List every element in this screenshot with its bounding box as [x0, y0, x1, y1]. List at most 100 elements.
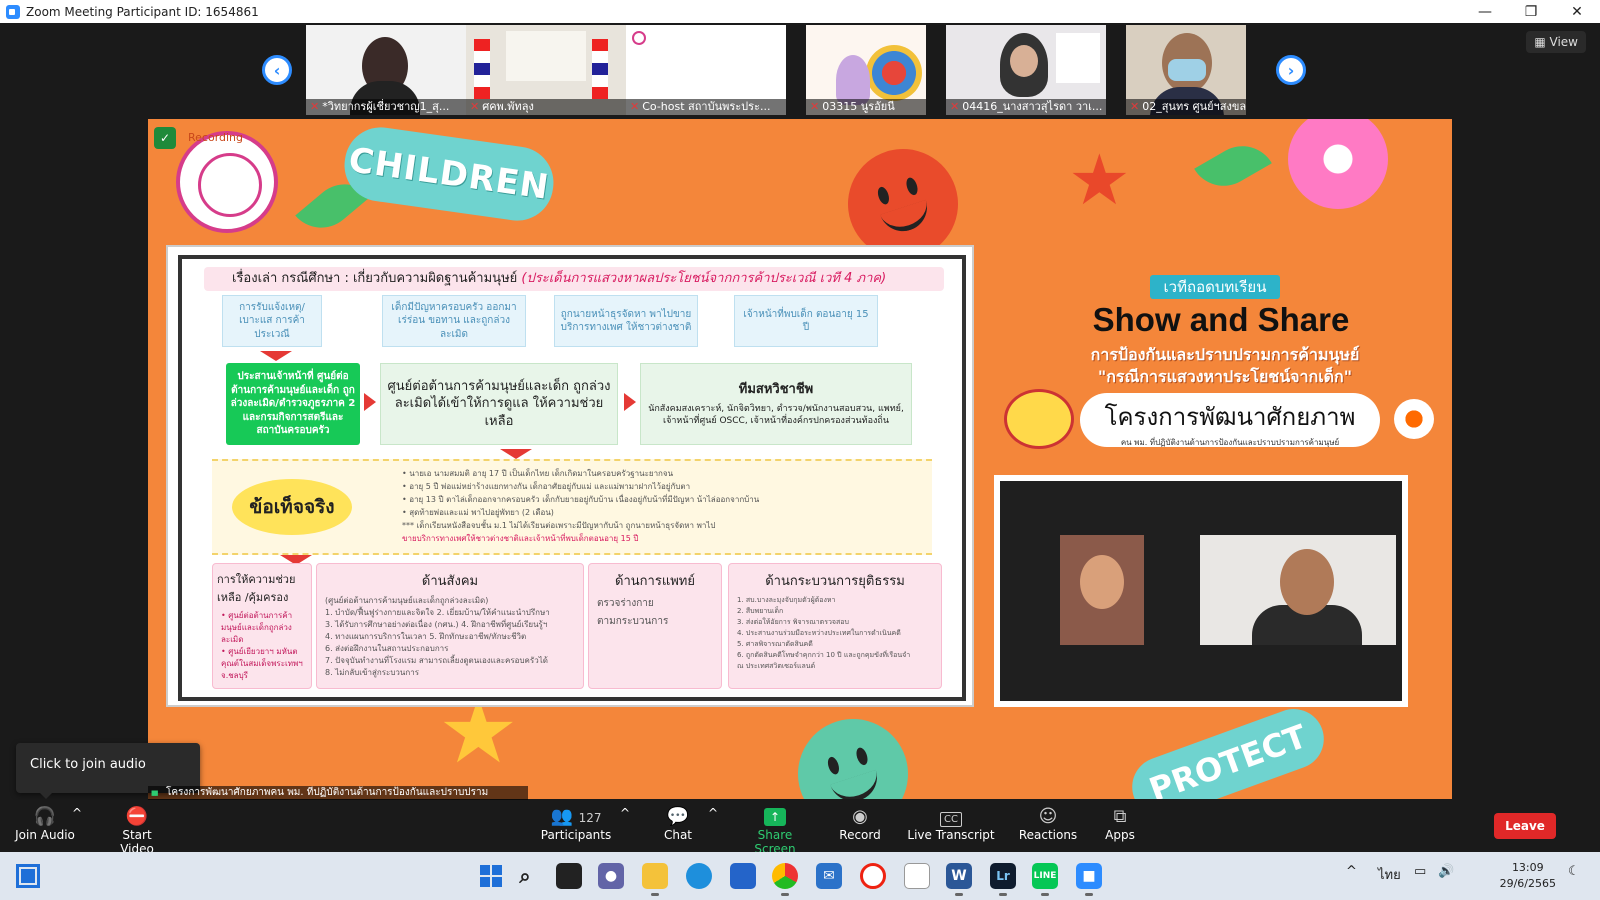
shared-screen: ★ ★ ✓ Recording CHILDREN เรื่องเล่า กรณี…: [148, 119, 1452, 799]
join-audio-button[interactable]: 🎧 Join Audio: [14, 806, 76, 842]
minimize-button[interactable]: —: [1462, 0, 1508, 23]
children-sticker: CHILDREN: [339, 122, 559, 226]
participant-strip: ‹ ✕ *วิทยากรผู้เชี่ยวชาญ1_สุ... ✕ ศคพ.พัทล…: [0, 23, 1600, 119]
smiley-decoration: [783, 704, 923, 799]
participant-tile[interactable]: ✕ 03315 นูรอัยนี: [806, 25, 926, 115]
facts-section: ข้อเท็จจริง • นายเอ นามสมมติ อายุ 17 ปี …: [212, 459, 932, 555]
participant-name: Co-host สถาบันพระประ...: [642, 100, 771, 113]
participant-tile[interactable]: ✕ 04416_นางสาวสุไรดา วาเ...: [946, 25, 1106, 115]
file-explorer-icon[interactable]: [642, 863, 668, 896]
protect-sticker: PROTECT: [1123, 700, 1333, 799]
mic-muted-icon: ✕: [1130, 100, 1140, 113]
live-transcript-button[interactable]: CC Live Transcript: [902, 806, 1000, 842]
project-badge: โครงการพัฒนาศักยภาพ คน พม. ที่ปฏิบัติงาน…: [1080, 393, 1380, 447]
participant-tile[interactable]: ✕ ศคพ.พัทลุง: [466, 25, 626, 115]
participant-name: 04416_นางสาวสุไรดา วาเ...: [962, 100, 1103, 113]
audio-options-caret[interactable]: ^: [72, 806, 82, 820]
opera-icon[interactable]: [860, 863, 886, 889]
zoom-taskbar-icon[interactable]: ■: [1076, 863, 1102, 896]
chrome-icon[interactable]: [772, 863, 798, 896]
close-button[interactable]: ✕: [1554, 0, 1600, 23]
share-screen-button[interactable]: ↑ Share Screen: [738, 806, 812, 856]
justice-column: ด้านกระบวนการยุติธรรม 1. สบ.บางละมุงจับก…: [728, 563, 942, 689]
chat-button[interactable]: 💬 Chat: [658, 806, 698, 842]
participants-button[interactable]: 👥 127 Participants: [540, 806, 612, 842]
record-button[interactable]: ◉ Record: [836, 806, 884, 842]
restore-button[interactable]: ❐: [1508, 0, 1554, 23]
grid-icon: ▦: [1534, 35, 1550, 49]
case-study-slide: เรื่องเล่า กรณีศึกษา : เกี่ยวกับความผิดฐ…: [166, 245, 974, 707]
file-icon[interactable]: [904, 863, 930, 889]
apps-button[interactable]: ⧉ Apps: [1100, 806, 1140, 842]
meeting-area: ‹ ✕ *วิทยากรผู้เชี่ยวชาญ1_สุ... ✕ ศคพ.พัทล…: [0, 23, 1600, 800]
task-view-icon[interactable]: [556, 863, 582, 889]
apps-icon: ⧉: [1113, 806, 1127, 827]
help-column: การให้ความช่วยเหลือ /คุ้มครอง • ศูนย์ต่อ…: [212, 563, 312, 689]
arrow-down: [260, 351, 292, 361]
arrow-down: [500, 449, 532, 459]
strip-next-button[interactable]: ›: [1276, 55, 1306, 85]
event-banner: เวทีถอดบทเรียน Show and Share การป้องกัน…: [1004, 269, 1434, 469]
participant-tile[interactable]: ✕ Co-host สถาบันพระประ...: [626, 25, 786, 115]
facts-label: ข้อเท็จจริง: [232, 479, 352, 535]
flower-decoration: [1288, 119, 1388, 209]
taskbar-clock[interactable]: 13:09 29/6/2565: [1500, 860, 1556, 892]
flow-box: ถูกนายหน้าธุรจัดหา พาไปขายบริการทางเพศ ใ…: [554, 295, 698, 347]
leaf-decoration: [1194, 133, 1272, 199]
edge-icon[interactable]: [686, 863, 712, 889]
star-decoration: ★: [1068, 139, 1131, 221]
green-flow-box: ประสานเจ้าหน้าที่ ศูนย์ต่อต้านการค้ามนุษ…: [226, 363, 360, 445]
network-icon[interactable]: ▭: [1414, 864, 1426, 879]
mic-muted-icon: ✕: [950, 100, 960, 113]
participant-count: 127: [578, 811, 602, 825]
shield-icon: ✓: [154, 127, 176, 149]
windows-taskbar: ⌕ ● ✉ W Lr LINE ■ ^ ไทย ▭ 🔊 13:09 29/6/2…: [0, 852, 1600, 900]
active-speaker-label: โครงการพัฒนาศักยภาพคน พม. ที่ปฏิบัติงานด…: [148, 786, 528, 800]
chat-bubble-icon: 💬: [666, 806, 690, 827]
view-button[interactable]: ▦ View: [1526, 31, 1586, 53]
participants-options-caret[interactable]: ^: [620, 806, 630, 820]
lightroom-icon[interactable]: Lr: [990, 863, 1016, 896]
zoom-app-icon: [6, 4, 20, 19]
show-desktop-icon[interactable]: [16, 864, 40, 888]
smiley-plus-icon: ☺: [1038, 806, 1058, 827]
meeting-toolbar: 🎧 Join Audio ^ ⛔ Start Video 👥 127 Parti…: [0, 800, 1600, 856]
start-video-button[interactable]: ⛔ Start Video: [104, 806, 170, 856]
banner-pill: เวทีถอดบทเรียน: [1150, 275, 1280, 299]
chevron-right-icon: ›: [1287, 60, 1295, 80]
input-language[interactable]: ไทย: [1378, 864, 1401, 885]
strip-prev-button[interactable]: ‹: [262, 55, 292, 85]
reactions-button[interactable]: ☺ Reactions: [1018, 806, 1078, 842]
banner-line2: "กรณีการแสวงหาประโยชน์จากเด็ก": [1097, 367, 1353, 386]
social-column: ด้านสังคม (ศูนย์ต่อต้านการค้ามนุษย์และเด…: [316, 563, 584, 689]
line-icon[interactable]: LINE: [1032, 863, 1058, 896]
embedded-video-panel: [994, 475, 1408, 707]
flow-box: การรับแจ้งเหตุ/ เบาะแส การค้าประเวณี: [222, 295, 322, 347]
flow-box: เด็กมีปัญหาครอบครัว ออกมาเร่ร่อน ขอทาน แ…: [382, 295, 526, 347]
medical-column: ด้านการแพทย์ ตรวจร่างกาย ตามกระบวนการ: [588, 563, 722, 689]
teams-chat-icon[interactable]: ●: [598, 863, 624, 889]
center-flow-box: ศูนย์ต่อต้านการค้ามนุษย์และเด็ก ถูกล่วงล…: [380, 363, 618, 445]
windows-start-icon[interactable]: [478, 863, 504, 889]
mail-icon[interactable]: ✉: [816, 863, 842, 889]
ministry-seal-logo: [176, 131, 278, 233]
leave-button[interactable]: Leave: [1494, 813, 1556, 839]
chat-options-caret[interactable]: ^: [708, 806, 718, 820]
share-arrow-icon: ↑: [764, 808, 786, 826]
headphones-icon: 🎧: [33, 806, 57, 827]
mic-muted-icon: ✕: [310, 100, 320, 113]
search-icon[interactable]: ⌕: [512, 863, 538, 889]
notification-icon[interactable]: ☾: [1568, 864, 1580, 879]
word-icon[interactable]: W: [946, 863, 972, 896]
arrow-right: [364, 393, 376, 411]
video-participant: [1060, 535, 1144, 645]
flower-icon: [1394, 399, 1434, 439]
volume-icon[interactable]: 🔊: [1438, 864, 1454, 879]
tray-overflow-icon[interactable]: ^: [1346, 864, 1357, 879]
window-controls: — ❐ ✕: [1462, 0, 1600, 23]
participant-tile[interactable]: ✕ 02_สุนทร ศูนย์ฯสงขลา: [1126, 25, 1246, 115]
people-icon: 👥: [550, 806, 573, 827]
store-icon[interactable]: [730, 863, 756, 889]
mic-muted-icon: ✕: [470, 100, 480, 113]
participant-tile[interactable]: ✕ *วิทยากรผู้เชี่ยวชาญ1_สุ...: [306, 25, 466, 115]
